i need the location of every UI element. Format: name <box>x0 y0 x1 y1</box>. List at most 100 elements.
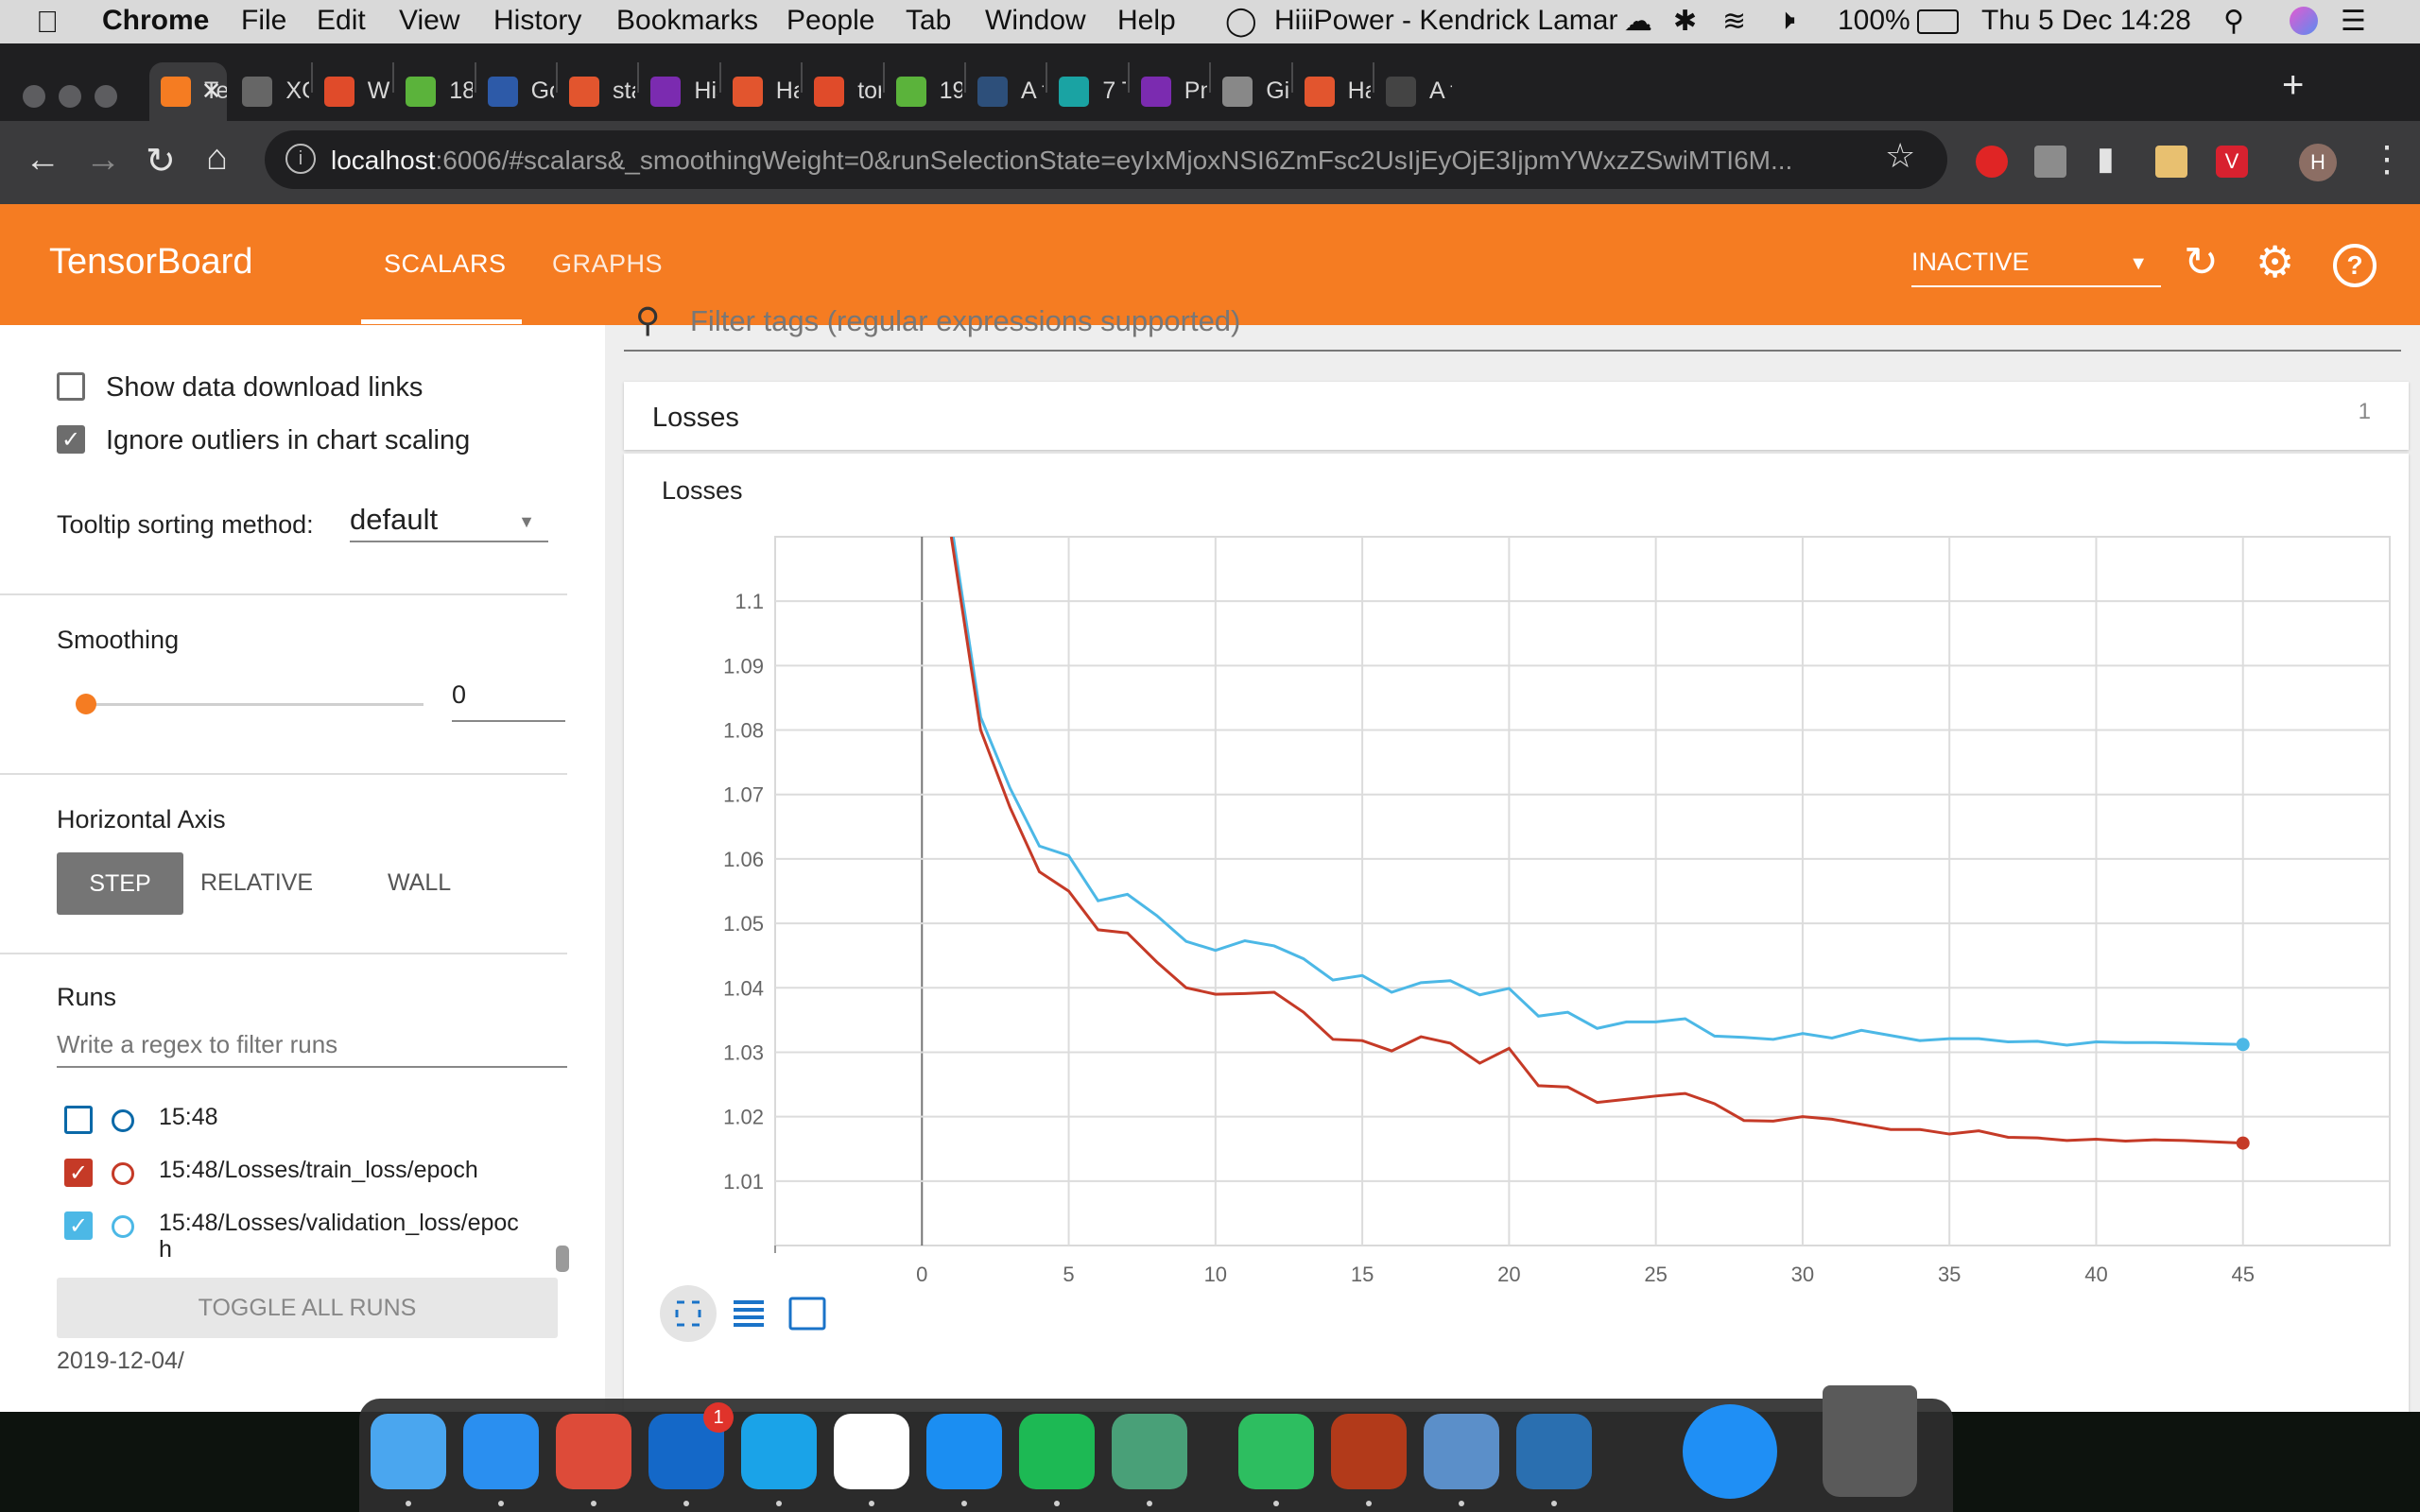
category-header-losses[interactable]: Losses 1 <box>624 382 2409 450</box>
volume-icon[interactable]: 🕨 <box>1777 5 1795 37</box>
apple-icon[interactable]:  <box>36 5 59 40</box>
fullscreen-button[interactable] <box>660 1285 717 1342</box>
runs-scrollbar[interactable] <box>556 1246 569 1272</box>
run-color-swatch[interactable] <box>112 1109 134 1132</box>
spotlight-icon[interactable]: ⚲ <box>2223 5 2244 38</box>
browser-tab[interactable]: PmgS <box>1130 62 1207 121</box>
haxis-step-button[interactable]: STEP <box>57 852 183 915</box>
browser-tab[interactable]: 7 Typ <box>1047 62 1126 121</box>
haxis-relative-button[interactable]: RELATIVE <box>200 869 313 897</box>
run-checkbox[interactable]: ✓ <box>64 1211 93 1240</box>
run-checkbox[interactable]: ✓ <box>64 1159 93 1187</box>
extension-icon[interactable] <box>2034 146 2066 178</box>
runs-filter-input[interactable]: Write a regex to filter runs <box>57 1026 567 1068</box>
menu-help[interactable]: Help <box>1117 5 1176 37</box>
ignore-outliers-checkbox[interactable]: ✓ <box>57 425 85 454</box>
browser-tab[interactable]: statis <box>558 62 635 121</box>
spotify-dock-icon[interactable] <box>1019 1414 1095 1489</box>
settings-gear-icon[interactable]: ⚙ <box>2256 236 2294 287</box>
battery-icon[interactable] <box>1917 9 1959 34</box>
browser-tab[interactable]: Te ✕ <box>149 62 228 121</box>
reload-data-icon[interactable]: ↻ <box>2184 238 2219 286</box>
help-icon[interactable]: ? <box>2333 244 2377 287</box>
browser-tab[interactable]: A firs <box>966 62 1044 121</box>
browser-tab[interactable]: 1806 <box>394 62 473 121</box>
forward-icon[interactable]: → <box>85 140 121 180</box>
bookmark-extension-icon[interactable]: ▮ <box>2097 140 2115 178</box>
browser-tab[interactable]: HistF <box>639 62 717 121</box>
site-info-icon[interactable]: i <box>285 144 316 174</box>
chrome-dock-icon[interactable] <box>556 1414 631 1489</box>
reload-icon[interactable]: ↻ <box>146 140 176 182</box>
menu-bookmarks[interactable]: Bookmarks <box>616 5 758 37</box>
run-color-swatch[interactable] <box>112 1162 134 1185</box>
notification-center-icon[interactable]: ☰ <box>2341 5 2366 38</box>
app-store-dock-icon[interactable] <box>1683 1404 1777 1499</box>
haxis-wall-button[interactable]: WALL <box>388 869 451 897</box>
tab-graphs[interactable]: GRAPHS <box>552 249 663 279</box>
vpn-extension-icon[interactable]: V <box>2216 146 2248 178</box>
back-icon[interactable]: ← <box>25 140 60 180</box>
address-bar[interactable]: i localhost:6006/#scalars&_smoothingWeig… <box>265 130 1947 189</box>
close-tab-icon[interactable]: ✕ <box>201 77 222 106</box>
evernote-dock-icon[interactable] <box>1238 1414 1314 1489</box>
fit-domain-icon[interactable] <box>788 1297 826 1331</box>
url-text[interactable]: localhost:6006/#scalars&_smoothingWeight… <box>331 146 1792 176</box>
bookmark-star-icon[interactable]: ☆ <box>1885 136 1915 176</box>
battery-percent[interactable]: 100% <box>1838 5 1910 37</box>
xquartz-dock-icon[interactable] <box>1331 1414 1407 1489</box>
browser-tab[interactable]: Goog <box>476 62 554 121</box>
tab-scalars[interactable]: SCALARS <box>384 249 507 279</box>
browser-tab[interactable]: Hami <box>1293 62 1371 121</box>
browser-tab[interactable]: Weig <box>313 62 390 121</box>
profile-avatar[interactable]: H <box>2299 144 2337 181</box>
smoothing-slider-handle[interactable] <box>76 694 96 714</box>
browser-tab[interactable]: A ten <box>1374 62 1452 121</box>
wifi-icon[interactable]: ≋ <box>1722 5 1746 38</box>
browser-tab[interactable]: torch <box>803 62 881 121</box>
adblock-extension-icon[interactable] <box>1976 146 2008 178</box>
evernote-status-icon[interactable]: ☁ <box>1624 5 1652 38</box>
menu-window[interactable]: Window <box>985 5 1086 37</box>
menu-app-name[interactable]: Chrome <box>102 5 209 37</box>
menu-people[interactable]: People <box>786 5 874 37</box>
virtual-machine-dock-icon[interactable] <box>1516 1414 1592 1489</box>
run-checkbox[interactable] <box>64 1106 93 1134</box>
losses-chart[interactable]: Losses 0 5 10 15 20 25 30 35 40 45 1.01 1.02 1.03 1.04… <box>624 454 2409 1412</box>
zoom-window-button[interactable] <box>95 85 117 108</box>
run-color-swatch[interactable] <box>112 1215 134 1238</box>
bluetooth-icon[interactable]: ✱ <box>1673 5 1697 38</box>
tag-filter-input[interactable]: ⚲ Filter tags (regular expressions suppo… <box>624 293 2401 352</box>
home-icon[interactable]: ⌂ <box>206 138 228 179</box>
smoothing-slider-track[interactable] <box>85 703 424 706</box>
chrome-menu-icon[interactable]: ⋮ <box>2369 138 2405 180</box>
now-playing[interactable]: HiiiPower - Kendrick Lamar <box>1274 5 1617 37</box>
music-icon[interactable]: ◯ <box>1225 5 1257 38</box>
new-tab-button[interactable]: + <box>2282 64 2304 107</box>
finder-dock-icon[interactable] <box>371 1414 446 1489</box>
tooltip-sorting-select[interactable]: default ▼ <box>350 499 548 542</box>
browser-tab[interactable]: Git ti <box>1211 62 1289 121</box>
preview-dock-icon[interactable] <box>1424 1414 1499 1489</box>
siri-icon[interactable] <box>2290 7 2318 35</box>
slack-dock-icon[interactable] <box>834 1414 909 1489</box>
safari-dock-icon[interactable] <box>463 1414 539 1489</box>
menu-view[interactable]: View <box>399 5 459 37</box>
extension-icon-2[interactable] <box>2155 146 2187 178</box>
browser-tab[interactable]: Hami <box>721 62 799 121</box>
atom-dock-icon[interactable] <box>1112 1414 1187 1489</box>
skype-dock-icon[interactable] <box>741 1414 817 1489</box>
menu-tab[interactable]: Tab <box>906 5 951 37</box>
clock[interactable]: Thu 5 Dec 14:28 <box>1981 5 2191 37</box>
inactive-dropdown[interactable]: INACTIVE ▼ <box>1911 248 2161 287</box>
trash-dock-icon[interactable] <box>1823 1385 1917 1497</box>
menu-file[interactable]: File <box>241 5 286 37</box>
smoothing-value-input[interactable]: 0 <box>452 680 565 722</box>
toggle-all-runs-button[interactable]: TOGGLE ALL RUNS <box>57 1278 558 1338</box>
show-download-checkbox[interactable] <box>57 372 85 401</box>
mail-client-dock-icon[interactable] <box>926 1414 1002 1489</box>
browser-tab[interactable]: XGBc <box>231 62 309 121</box>
minimize-window-button[interactable] <box>59 85 81 108</box>
menu-edit[interactable]: Edit <box>317 5 366 37</box>
browser-tab[interactable]: 1910. <box>885 62 962 121</box>
